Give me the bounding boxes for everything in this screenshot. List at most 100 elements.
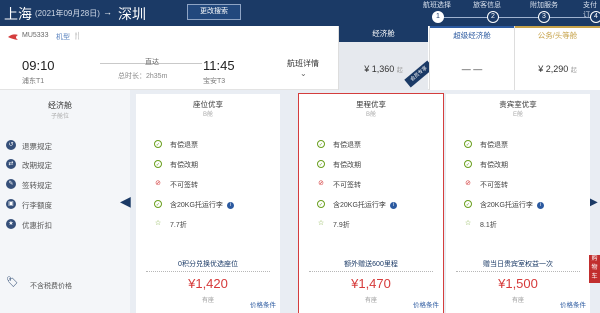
baggage-text: 含20KG托运行李: [480, 202, 533, 209]
cabin-tab-label: 公务/头等舱: [515, 26, 600, 42]
price-conditions-link[interactable]: 价格条件: [560, 299, 586, 309]
arrival-airport: 宝安T3: [203, 78, 226, 85]
endorse-rule-label: 签转规定: [22, 181, 52, 190]
check-circle-icon: ✓: [154, 160, 162, 168]
star-icon: ☆: [154, 220, 162, 227]
info-icon[interactable]: i: [226, 201, 234, 209]
arrival-time: 11:45: [203, 58, 235, 73]
refund-icon: ↺: [6, 140, 16, 150]
no-entry-icon: ⊘: [465, 180, 471, 187]
step-label-2: 旅客信息: [473, 2, 501, 9]
step-connector: [495, 17, 540, 18]
dotted-divider: [456, 271, 580, 272]
cabin-price-unit: 起: [570, 68, 577, 74]
discount-icon: ★: [6, 219, 16, 229]
cabin-tab-label: 超级经济舱: [430, 26, 514, 42]
discount-value: 8.1折: [480, 222, 497, 229]
airline-logo-icon: [8, 34, 18, 40]
step-label-3: 附加服务: [530, 2, 558, 9]
aircraft-type-link[interactable]: 机型: [56, 32, 70, 42]
flight-detail-link[interactable]: 航班详情: [287, 58, 319, 69]
info-icon[interactable]: i: [389, 201, 397, 209]
fare-card-mileage[interactable]: 里程优享 B舱 ✓ 有偿退票 ✓ 有偿改期 ⊘ 不可签转 ✓ 含20KG托运行李…: [298, 93, 444, 313]
fare-price[interactable]: ¥1,420: [136, 276, 280, 291]
no-entry-icon: ⊘: [318, 180, 324, 187]
route-arrow-icon: →: [103, 7, 112, 17]
change-value: 有偿改期: [480, 162, 508, 169]
fare-subclass: B舱: [365, 112, 376, 118]
step-circle-2: 2: [487, 11, 499, 23]
change-rule-label: 改期规定: [22, 161, 52, 170]
fare-card-seat[interactable]: 座位优享 B舱 ✓ 有偿退票 ✓ 有偿改期 ⊘ 不可签转 ✓ 含20KG托运行李…: [136, 94, 280, 313]
cabin-class-title: 经济舱: [48, 101, 72, 110]
discount-label: 优惠折扣: [22, 221, 52, 230]
check-circle-icon: ✓: [464, 200, 472, 208]
no-entry-icon: ⊘: [155, 180, 161, 187]
step-connector: [546, 17, 591, 18]
check-circle-icon: ✓: [464, 160, 472, 168]
fare-price[interactable]: ¥1,500: [446, 276, 590, 291]
change-icon: ⇄: [6, 159, 16, 169]
step-label-1: 航班选择: [423, 2, 451, 9]
travel-date: (2021年09月28日): [35, 9, 100, 18]
check-circle-icon: ✓: [317, 200, 325, 208]
from-city: 上海: [4, 6, 32, 22]
change-search-button[interactable]: 更改搜索: [187, 4, 241, 20]
fare-price[interactable]: ¥1,470: [299, 276, 443, 291]
check-circle-icon: ✓: [154, 200, 162, 208]
cabin-tab-price: — —: [430, 64, 514, 74]
cabin-tab-label: 经济舱: [339, 26, 428, 42]
baggage-icon: ▣: [6, 199, 16, 209]
cabin-tab-price: ¥ 2,290 起: [515, 64, 600, 74]
step-circle-1: 1: [432, 11, 444, 23]
dotted-divider: [309, 271, 433, 272]
change-value: 有偿改期: [333, 162, 361, 169]
change-value: 有偿改期: [170, 162, 198, 169]
flight-number: MU5333: [22, 32, 49, 39]
check-circle-icon: ✓: [464, 140, 472, 148]
step-connector: [438, 17, 490, 18]
star-icon: ☆: [317, 220, 325, 227]
rule-label-column: 经济舱 子舱位: [0, 90, 130, 313]
refund-value: 有偿退票: [333, 142, 361, 149]
price-tag-icon: 🏷: [6, 277, 19, 288]
to-city: 深圳: [118, 6, 146, 22]
dotted-divider: [146, 271, 270, 272]
meal-icon: 🍴: [73, 33, 82, 40]
prev-arrow-icon[interactable]: ◀: [120, 193, 131, 210]
endorse-value: 不可签转: [480, 182, 508, 189]
refund-rule-label: 退票规定: [22, 142, 52, 151]
fare-subclass: B舱: [202, 112, 213, 118]
check-circle-icon: ✓: [317, 140, 325, 148]
discount-value: 7.9折: [333, 222, 350, 229]
baggage-allowance-label: 行李额度: [22, 201, 52, 210]
fare-card-lounge[interactable]: 贵宾室优享 E舱 ✓ 有偿退票 ✓ 有偿改期 ⊘ 不可签转 ✓ 含20KG托运行…: [446, 94, 590, 313]
star-icon: ☆: [464, 220, 472, 227]
baggage-text: 含20KG托运行李: [170, 202, 223, 209]
endorse-icon: ✎: [6, 179, 16, 189]
cabin-price-value: ¥ 1,360: [364, 64, 395, 74]
shopping-cart-side-tab[interactable]: 购物车: [589, 255, 600, 283]
check-circle-icon: ✓: [317, 160, 325, 168]
refund-value: 有偿退票: [480, 142, 508, 149]
fare-promo-text: 赠当日贵宾室权益一次: [483, 261, 553, 268]
price-conditions-link[interactable]: 价格条件: [250, 299, 276, 309]
cabin-price-value: — —: [461, 64, 483, 74]
price-conditions-link[interactable]: 价格条件: [413, 299, 439, 309]
tab-super-economy-cabin[interactable]: 超级经济舱 — —: [429, 26, 514, 90]
cabin-price-value: ¥ 2,290: [538, 64, 569, 74]
step-circle-4: 4: [590, 11, 600, 23]
baggage-text: 含20KG托运行李: [333, 202, 386, 209]
baggage-value: 含20KG托运行李 i: [480, 200, 544, 210]
departure-time: 09:10: [22, 58, 55, 73]
refund-value: 有偿退票: [170, 142, 198, 149]
tab-business-first-cabin[interactable]: 公务/头等舱 ¥ 2,290 起: [514, 26, 600, 90]
endorse-value: 不可签转: [170, 182, 198, 189]
chevron-down-icon[interactable]: ⌄: [300, 69, 307, 78]
fare-promo-text: 额外赠送600里程: [344, 261, 398, 268]
baggage-value: 含20KG托运行李 i: [170, 200, 234, 210]
cabin-price-unit: 起: [396, 68, 403, 74]
info-icon[interactable]: i: [536, 201, 544, 209]
top-header: 上海 (2021年09月28日) → 深圳 更改搜索 航班选择 旅客信息 附加服…: [0, 0, 600, 26]
tax-excluded-label: 不含税费价格: [30, 283, 72, 290]
